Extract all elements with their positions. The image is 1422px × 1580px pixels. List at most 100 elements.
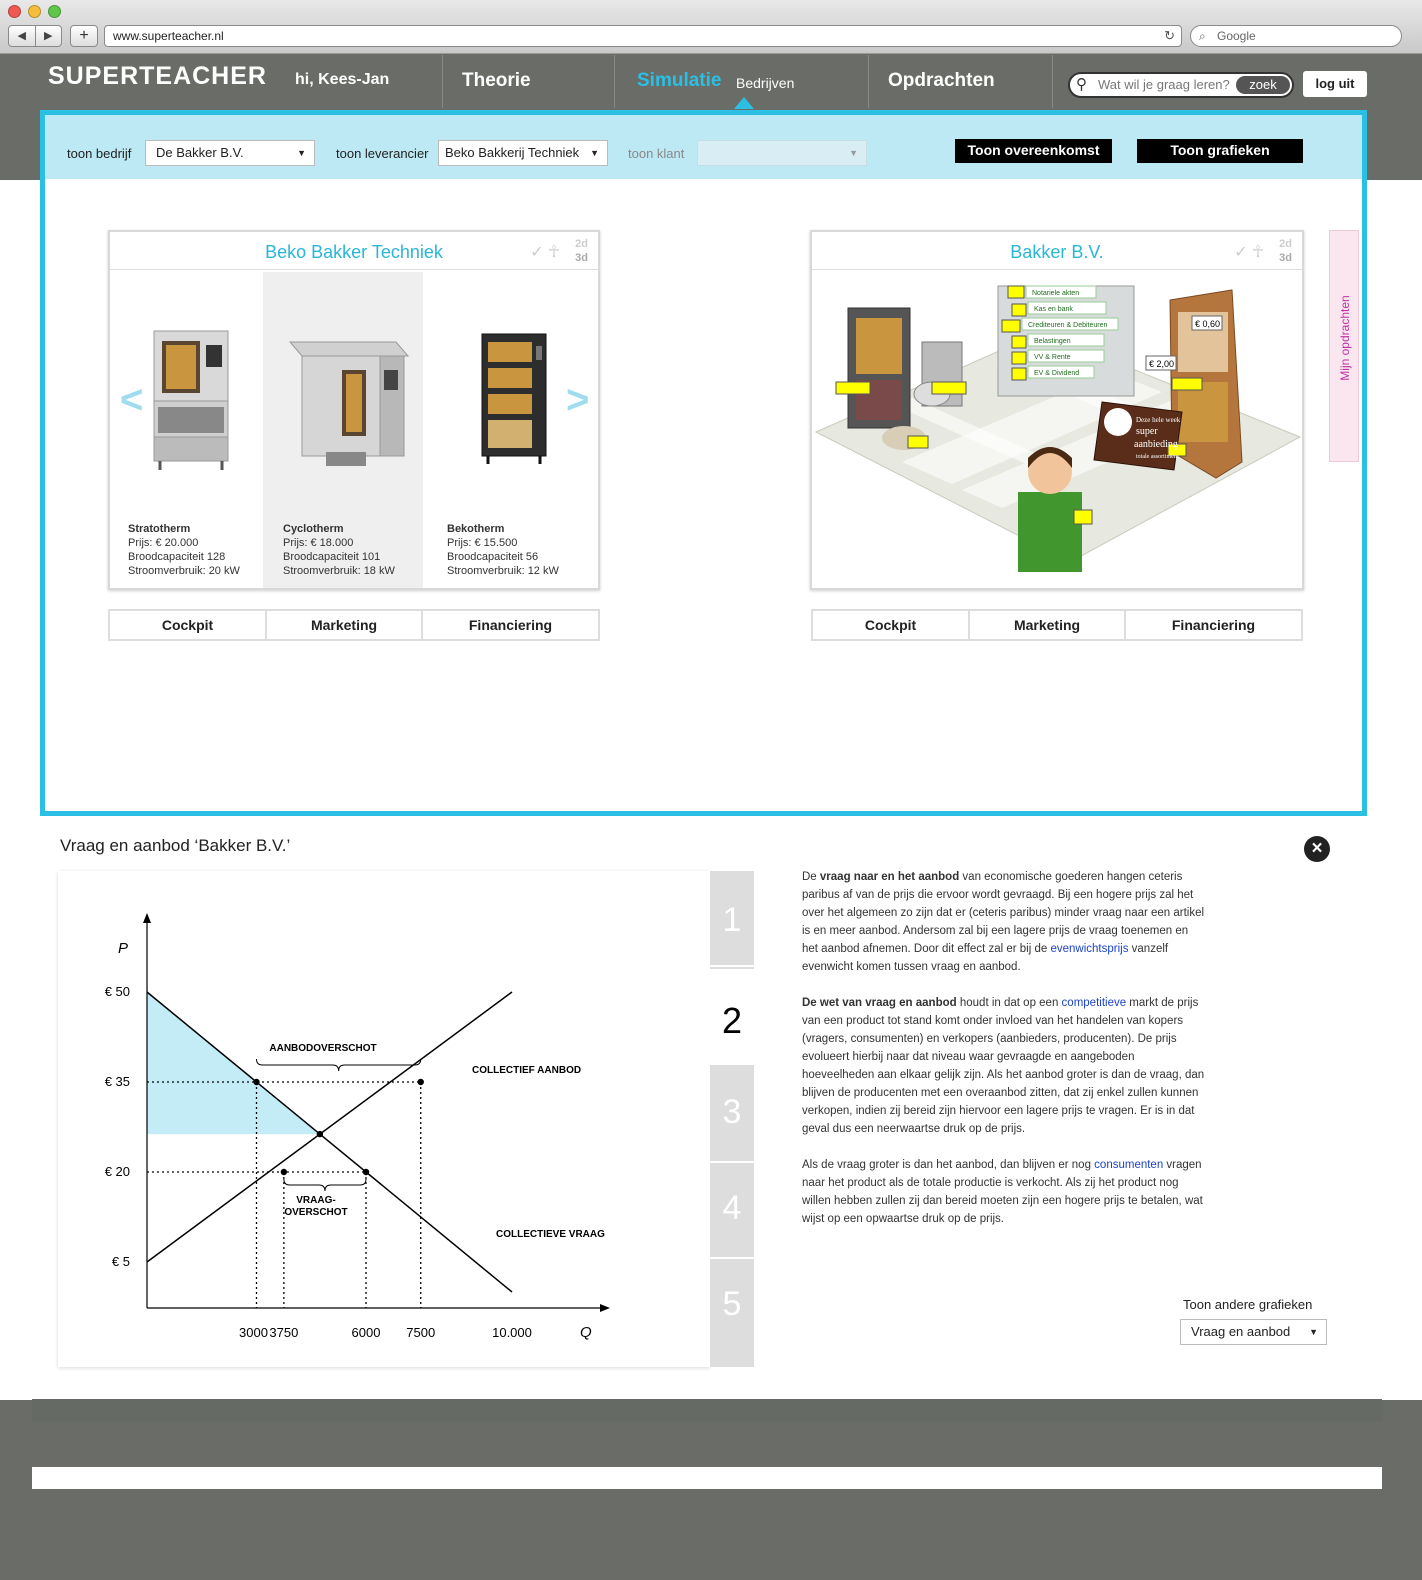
- step-2-active[interactable]: 2: [710, 969, 774, 1065]
- nav-opdrachten[interactable]: Opdrachten: [888, 70, 995, 92]
- tab-marketing[interactable]: Marketing: [267, 611, 423, 639]
- minimize-window-icon[interactable]: [28, 5, 41, 18]
- close-window-icon[interactable]: [8, 5, 21, 18]
- subnav-bedrijven[interactable]: Bedrijven: [736, 75, 794, 91]
- product-capacity: Broodcapaciteit 128: [128, 551, 226, 563]
- product-power: Stroomverbruik: 12 kW: [447, 565, 559, 577]
- nav-theorie[interactable]: Theorie: [462, 70, 531, 92]
- browser-search-placeholder: Google: [1217, 29, 1256, 43]
- sign-text: aanbieding: [1134, 439, 1178, 450]
- description-paragraph: De wet van vraag en aanbod houdt in dat …: [802, 994, 1207, 1138]
- klant-select[interactable]: ▼: [697, 140, 867, 166]
- toon-overeenkomst-button[interactable]: Toon overeenkomst: [955, 139, 1112, 163]
- isometric-bakery-scene[interactable]: Notariele akten Kas en bank Crediteuren …: [812, 272, 1302, 588]
- glossary-link[interactable]: competitieve: [1062, 997, 1127, 1009]
- close-icon[interactable]: ×: [1304, 836, 1330, 862]
- y-tick-label: € 5: [112, 1254, 130, 1269]
- cabinet-label[interactable]: EV & Dividend: [1034, 370, 1079, 377]
- step-3[interactable]: 3: [710, 1093, 754, 1132]
- paragraph-text: De: [802, 871, 820, 883]
- y-tick-label: € 20: [105, 1164, 130, 1179]
- other-graphs-select[interactable]: Vraag en aanbod ▼: [1180, 1319, 1327, 1345]
- toggle-3d[interactable]: 3d: [575, 251, 588, 265]
- other-graphs-value: Vraag en aanbod: [1191, 1324, 1291, 1339]
- tab-cockpit[interactable]: Cockpit: [110, 611, 267, 639]
- demand-line: [146, 991, 513, 1293]
- bedrijf-select[interactable]: De Bakker B.V. ▼: [145, 140, 315, 166]
- x-axis-arrow: [600, 1304, 610, 1312]
- glossary-link[interactable]: consumenten: [1094, 1159, 1163, 1171]
- active-nav-indicator: [734, 97, 754, 109]
- view-toggle[interactable]: 2d 3d: [1279, 237, 1292, 265]
- price-tag[interactable]: € 2,00: [1149, 359, 1174, 369]
- series-label: COLLECTIEF AANBOD: [472, 1065, 581, 1076]
- check-person-icon[interactable]: ✓ ☥: [530, 242, 560, 262]
- paragraph-text: markt de prijs van een product tot stand…: [802, 997, 1205, 1135]
- emphasis-term: De wet van vraag en aanbod: [802, 997, 957, 1009]
- reload-icon[interactable]: ↻: [1164, 26, 1175, 46]
- x-tick-label: 3000: [239, 1325, 268, 1340]
- equilibrium-point: [316, 1130, 324, 1138]
- data-point: [362, 1168, 370, 1176]
- search-icon: ⚲: [1076, 76, 1087, 93]
- step-4[interactable]: 4: [710, 1189, 754, 1228]
- product-power: Stroomverbruik: 20 kW: [128, 565, 240, 577]
- x-axis-label: Q: [580, 1324, 592, 1341]
- add-bookmark-button[interactable]: +: [70, 25, 98, 47]
- logout-button[interactable]: log uit: [1303, 71, 1367, 97]
- maximize-window-icon[interactable]: [48, 5, 61, 18]
- superteacher-logo[interactable]: SUPERTEACHER: [48, 62, 267, 91]
- url-text: www.superteacher.nl: [113, 29, 224, 43]
- cabinet-label[interactable]: Belastingen: [1034, 338, 1071, 345]
- annotation-brace: [256, 1058, 422, 1072]
- back-button[interactable]: ◀: [9, 26, 36, 46]
- annotation-label: VRAAG-: [296, 1195, 335, 1206]
- view-toggle[interactable]: 2d 3d: [575, 237, 588, 265]
- step-5[interactable]: 5: [710, 1285, 754, 1324]
- forward-button[interactable]: ▶: [36, 26, 62, 46]
- chevron-down-icon: ▼: [1309, 1327, 1318, 1337]
- tab-marketing[interactable]: Marketing: [970, 611, 1126, 639]
- leverancier-select[interactable]: Beko Bakkerij Techniek ▼: [438, 140, 608, 166]
- company-tabs: Cockpit Marketing Financiering: [811, 609, 1303, 641]
- tab-financiering[interactable]: Financiering: [1126, 611, 1301, 639]
- x-tick-label: 3750: [269, 1325, 298, 1340]
- price-tag[interactable]: € 0,60: [1195, 319, 1220, 329]
- cabinet-label[interactable]: VV & Rente: [1034, 354, 1071, 361]
- check-person-icon[interactable]: ✓ ☥: [1234, 242, 1264, 262]
- site-search-input[interactable]: ⚲ Wat wil je graag leren? zoek: [1068, 72, 1294, 98]
- filter-bedrijf-label: toon bedrijf: [67, 146, 132, 161]
- search-button[interactable]: zoek: [1236, 76, 1290, 94]
- cabinet-label[interactable]: Notariele akten: [1032, 290, 1079, 297]
- supplier-card-title: Beko Bakker Techniek: [110, 232, 598, 270]
- address-bar[interactable]: www.superteacher.nl ↻: [104, 25, 1182, 47]
- graph-title: Vraag en aanbod ‘Bakker B.V.’: [60, 836, 291, 855]
- toggle-2d[interactable]: 2d: [1279, 237, 1292, 251]
- cabinet-label[interactable]: Kas en bank: [1034, 306, 1073, 313]
- cabinet-label[interactable]: Crediteuren & Debiteuren: [1028, 322, 1107, 329]
- toggle-3d[interactable]: 3d: [1279, 251, 1292, 265]
- glossary-link[interactable]: evenwichtsprijs: [1050, 943, 1128, 955]
- mijn-opdrachten-tab[interactable]: Mijn opdrachten: [1329, 230, 1359, 462]
- y-tick-label: € 35: [105, 1074, 130, 1089]
- sign-text: super: [1136, 426, 1158, 437]
- tab-cockpit[interactable]: Cockpit: [813, 611, 970, 639]
- tab-financiering[interactable]: Financiering: [423, 611, 598, 639]
- product-name: Cyclotherm: [283, 523, 344, 535]
- product-cyclotherm[interactable]: Cyclotherm Prijs: € 18.000 Broodcapacite…: [283, 272, 423, 588]
- filter-klant-label: toon klant: [628, 146, 685, 161]
- supplier-tabs: Cockpit Marketing Financiering: [108, 609, 600, 641]
- product-bekotherm[interactable]: Bekotherm Prijs: € 15.500 Broodcapacitei…: [447, 272, 587, 588]
- emphasis-term: vraag naar en het aanbod: [819, 871, 960, 883]
- chart-container: € 50 € 35 € 20 € 5 3000 3750 6000 7500 10.000 P Q C…: [58, 871, 710, 1367]
- step-1[interactable]: 1: [710, 901, 754, 940]
- product-stratotherm[interactable]: Stratotherm Prijs: € 20.000 Broodcapacit…: [128, 272, 268, 588]
- toon-grafieken-button[interactable]: Toon grafieken: [1137, 139, 1303, 163]
- step-navigator: 1 3 4 5: [710, 871, 754, 1367]
- site-search-placeholder: Wat wil je graag leren?: [1098, 77, 1230, 92]
- browser-search-field[interactable]: ⌕ Google: [1190, 25, 1402, 47]
- y-axis-label: P: [118, 940, 128, 957]
- paragraph-text: Als de vraag groter is dan het aanbod, d…: [802, 1159, 1095, 1171]
- nav-simulatie[interactable]: Simulatie: [637, 70, 721, 92]
- toggle-2d[interactable]: 2d: [575, 237, 588, 251]
